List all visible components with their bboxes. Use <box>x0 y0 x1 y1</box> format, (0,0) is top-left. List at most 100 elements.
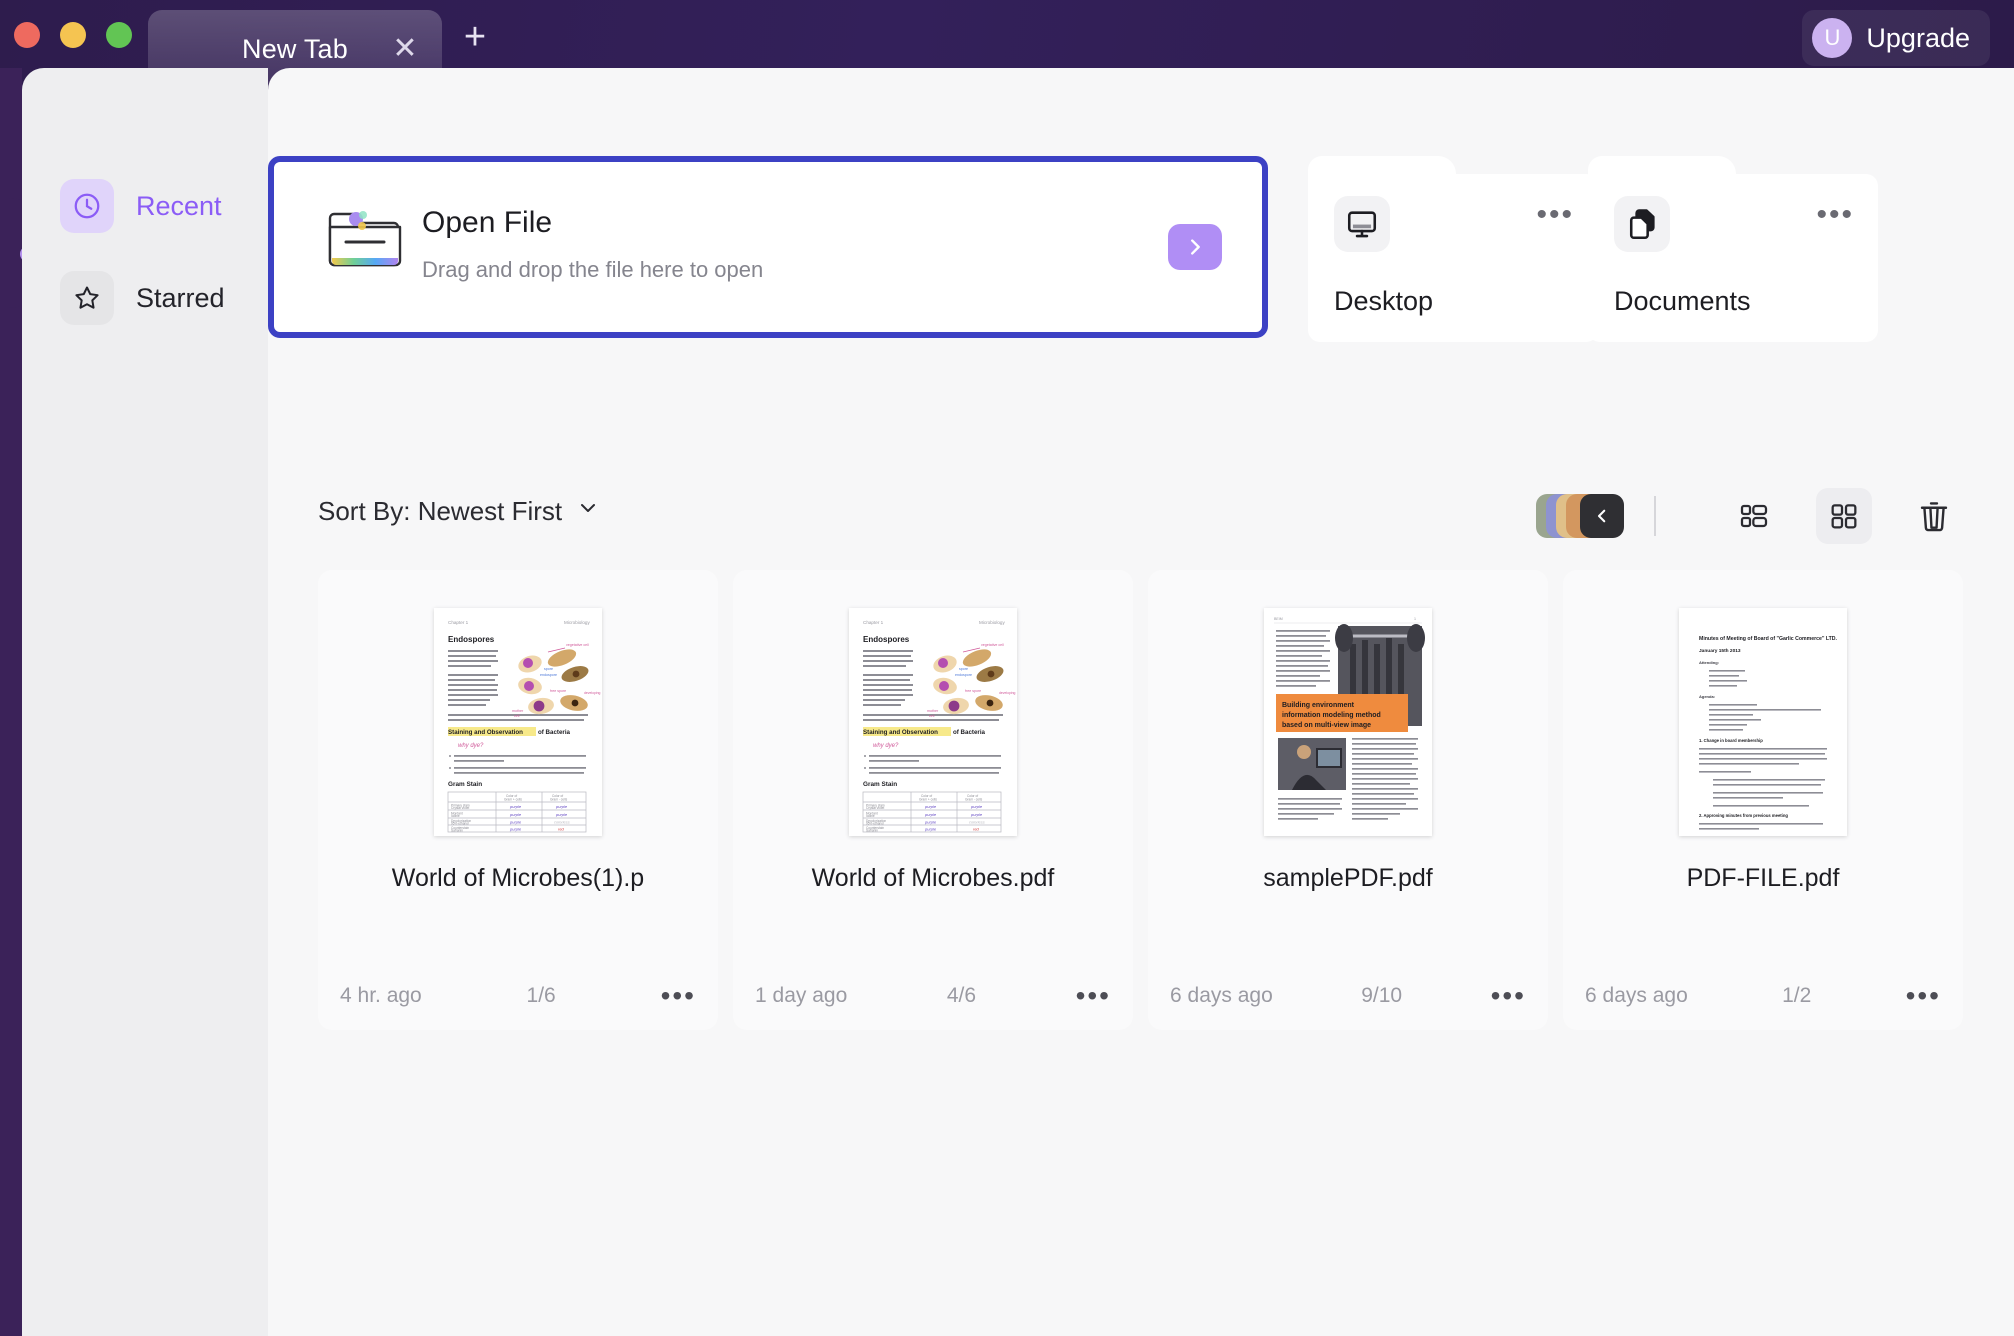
svg-text:spore: spore <box>959 667 968 671</box>
minimize-window-button[interactable] <box>60 22 86 48</box>
file-thumbnail: BEIM 1 Building environment information … <box>1264 608 1432 836</box>
plus-icon[interactable]: + <box>458 18 492 56</box>
sidebar-item-recent[interactable]: Recent <box>60 178 222 234</box>
main-content: Open File Drag and drop the file here to… <box>268 68 2014 1336</box>
sidebar-item-label: Recent <box>136 190 222 221</box>
more-horizontal-icon[interactable]: ••• <box>1491 982 1526 1010</box>
file-thumbnail: Chapter 1 Microbiology Endospores vegeta… <box>434 608 602 836</box>
window-controls <box>14 22 132 48</box>
close-window-button[interactable] <box>14 22 40 48</box>
svg-text:Staining and Observation: Staining and Observation <box>448 729 523 736</box>
svg-text:Iodine: Iodine <box>866 814 875 818</box>
open-file-card[interactable]: Open File Drag and drop the file here to… <box>268 156 1268 338</box>
file-meta: 6 days ago 1/2 ••• <box>1585 982 1941 1010</box>
recent-files-grid: Chapter 1 Microbiology Endospores vegeta… <box>318 570 1978 1030</box>
file-pages: 4/6 <box>946 984 977 1007</box>
sort-by-dropdown[interactable]: Sort By: Newest First <box>318 496 600 527</box>
file-card[interactable]: Chapter 1 Microbiology Endospores vegeta… <box>733 570 1133 1030</box>
more-horizontal-icon[interactable]: ••• <box>1816 200 1854 230</box>
svg-text:of Bacteria: of Bacteria <box>953 729 986 736</box>
color-tag-stack[interactable] <box>1536 494 1624 538</box>
svg-text:1: 1 <box>1414 617 1416 621</box>
svg-text:red: red <box>973 827 980 832</box>
svg-text:purple: purple <box>924 827 937 832</box>
list-view-icon[interactable] <box>1726 488 1782 544</box>
svg-text:2. Approving minutes from prev: 2. Approving minutes from previous meeti… <box>1699 813 1788 818</box>
svg-text:Microbiology: Microbiology <box>564 620 590 625</box>
svg-text:endospore: endospore <box>540 673 557 677</box>
file-card[interactable]: BEIM 1 Building environment information … <box>1148 570 1548 1030</box>
close-icon[interactable]: ✕ <box>390 34 420 64</box>
file-meta: 4 hr. ago 1/6 ••• <box>340 982 696 1010</box>
file-meta: 1 day ago 4/6 ••• <box>755 982 1111 1010</box>
sidebar-item-label: Starred <box>136 282 225 313</box>
svg-text:Staining and Observation: Staining and Observation <box>863 729 938 736</box>
shortcut-card-desktop[interactable]: ••• Desktop <box>1308 156 1598 342</box>
maximize-window-button[interactable] <box>106 22 132 48</box>
open-file-subtitle: Drag and drop the file here to open <box>422 257 764 282</box>
file-card[interactable]: Minutes of Meeting of Board of "Garlic C… <box>1563 570 1963 1030</box>
chevron-left-icon[interactable] <box>1580 494 1624 538</box>
folder-card-body: ••• Desktop <box>1308 174 1598 342</box>
upgrade-button[interactable]: U Upgrade <box>1802 10 1990 66</box>
sidebar: Recent Starred <box>22 68 268 1336</box>
svg-text:Attending:: Attending: <box>1699 660 1719 665</box>
file-card[interactable]: Chapter 1 Microbiology Endospores vegeta… <box>318 570 718 1030</box>
svg-text:purple: purple <box>509 812 522 817</box>
shortcut-card-documents[interactable]: ••• Documents <box>1588 156 1878 342</box>
more-horizontal-icon[interactable]: ••• <box>1906 982 1941 1010</box>
svg-text:purple: purple <box>509 820 522 825</box>
svg-text:Building environment: Building environment <box>1282 702 1355 709</box>
svg-text:endospore: endospore <box>955 673 972 677</box>
file-pages: 1/6 <box>526 984 556 1007</box>
app-window: New Tab ✕ + U Upgrade Recent Starred Ope… <box>0 0 2014 1336</box>
svg-text:spore: spore <box>544 667 553 671</box>
folder-icon <box>324 202 406 281</box>
open-file-go-button[interactable] <box>1168 224 1222 270</box>
svg-text:why dye?: why dye? <box>873 743 899 749</box>
svg-text:cell: cell <box>514 714 520 718</box>
svg-text:based on multi-view image: based on multi-view image <box>1282 722 1371 729</box>
svg-text:colorless: colorless <box>554 820 570 825</box>
svg-text:Agenda:: Agenda: <box>1699 694 1715 699</box>
sidebar-item-starred[interactable]: Starred <box>60 270 225 326</box>
files-toolbar: Sort By: Newest First <box>268 488 2014 552</box>
svg-text:95% ethanol: 95% ethanol <box>866 822 884 826</box>
more-horizontal-icon[interactable]: ••• <box>1076 982 1111 1010</box>
svg-text:developing: developing <box>584 691 601 695</box>
file-pages: 1/2 <box>1782 984 1812 1007</box>
svg-text:of Bacteria: of Bacteria <box>538 729 571 736</box>
file-name: samplePDF.pdf <box>1263 864 1433 892</box>
svg-text:purple: purple <box>924 812 937 817</box>
documents-icon <box>1614 196 1670 252</box>
toolbar-divider <box>1654 496 1656 536</box>
svg-text:colorless: colorless <box>969 820 985 825</box>
avatar: U <box>1812 18 1853 58</box>
svg-text:mother: mother <box>927 709 939 713</box>
svg-text:Microbiology: Microbiology <box>979 620 1005 625</box>
svg-text:Gram + cells: Gram + cells <box>504 798 522 802</box>
more-horizontal-icon[interactable]: ••• <box>661 982 696 1010</box>
file-name: World of Microbes(1).p <box>391 864 645 892</box>
file-name: PDF-FILE.pdf <box>1686 864 1840 892</box>
svg-text:vegetative cell: vegetative cell <box>566 643 589 647</box>
svg-text:Gram - cells: Gram - cells <box>965 798 983 802</box>
star-icon <box>60 271 114 325</box>
svg-text:why dye?: why dye? <box>458 743 484 749</box>
svg-text:Gram Stain: Gram Stain <box>863 781 897 788</box>
svg-text:Safranin: Safranin <box>451 829 463 833</box>
file-time: 6 days ago <box>1170 984 1273 1007</box>
clock-icon <box>60 179 114 233</box>
svg-text:January 15th 2013: January 15th 2013 <box>1699 648 1741 654</box>
svg-text:95% ethanol: 95% ethanol <box>451 822 469 826</box>
svg-text:free spore: free spore <box>965 689 981 693</box>
shortcut-label: Documents <box>1614 286 1751 316</box>
svg-text:Chapter 1: Chapter 1 <box>863 620 884 625</box>
trash-icon[interactable] <box>1906 488 1962 544</box>
chevron-down-icon <box>576 496 600 527</box>
file-meta: 6 days ago 9/10 ••• <box>1170 982 1526 1010</box>
more-horizontal-icon[interactable]: ••• <box>1536 200 1574 230</box>
grid-view-icon[interactable] <box>1816 488 1872 544</box>
svg-text:purple: purple <box>555 812 568 817</box>
file-name: World of Microbes.pdf <box>811 864 1055 892</box>
